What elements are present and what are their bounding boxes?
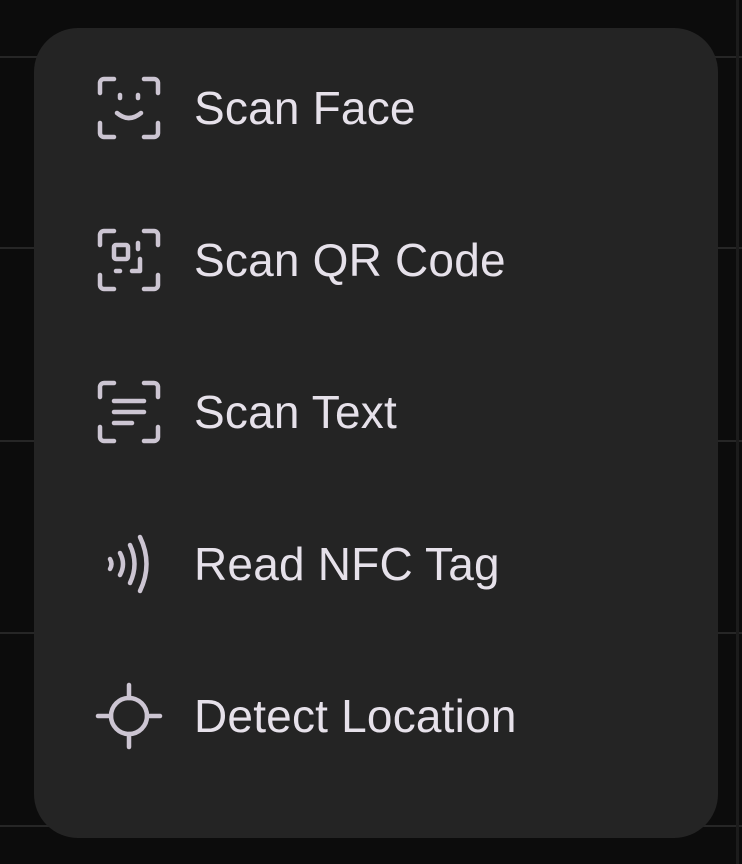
context-menu: Scan Face Scan QR Code Scan Text Read NF…: [34, 28, 718, 838]
menu-item-scan-qr-code[interactable]: Scan QR Code: [34, 184, 718, 336]
menu-item-scan-face[interactable]: Scan Face: [34, 32, 718, 184]
menu-item-label: Read NFC Tag: [194, 538, 500, 590]
menu-item-detect-location[interactable]: Detect Location: [34, 640, 718, 792]
menu-item-label: Scan Face: [194, 82, 416, 134]
text-scan-icon: [94, 377, 164, 447]
menu-item-scan-text[interactable]: Scan Text: [34, 336, 718, 488]
background-edge: [736, 0, 739, 864]
location-crosshair-icon: [94, 681, 164, 751]
qr-scan-icon: [94, 225, 164, 295]
menu-item-label: Scan QR Code: [194, 234, 506, 286]
menu-item-label: Scan Text: [194, 386, 397, 438]
face-scan-icon: [94, 73, 164, 143]
menu-item-label: Detect Location: [194, 690, 517, 742]
nfc-icon: [94, 529, 164, 599]
menu-item-read-nfc-tag[interactable]: Read NFC Tag: [34, 488, 718, 640]
